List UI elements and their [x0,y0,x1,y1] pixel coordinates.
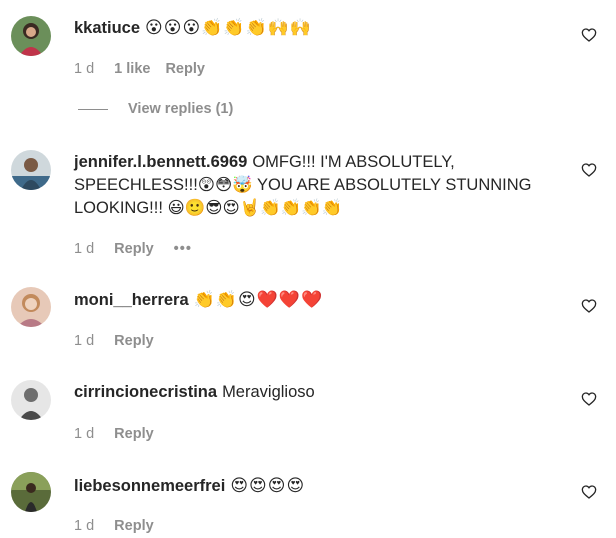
comment-username[interactable]: liebesonnemeerfrei [74,477,225,495]
view-replies-button[interactable]: View replies (1) [78,101,233,117]
reply-button[interactable]: Reply [114,241,154,257]
reply-button[interactable]: Reply [114,333,154,349]
comment-username[interactable]: moni__herrera [74,291,189,309]
reply-button[interactable]: Reply [114,518,154,534]
comment-age: 1 d [74,426,95,442]
comment-age: 1 d [74,333,95,349]
avatar[interactable] [11,380,51,420]
reply-button[interactable]: Reply [114,426,154,442]
view-replies-label: View replies (1) [128,101,234,117]
like-heart-icon[interactable] [581,484,597,500]
comment-meta: 1 d Reply [74,426,154,442]
comment-username[interactable]: cirrincionecristina [74,383,217,401]
comment-username[interactable]: kkatiuce [74,19,140,37]
comment-body: moni__herrera 👏👏😍❤️❤️❤️ [74,288,554,312]
comment-emojis: 👏👏😍❤️❤️❤️ [193,290,324,309]
comment-age: 1 d [74,518,95,534]
comment-body: liebesonnemeerfrei 😍😍😍😍 [74,474,554,498]
like-heart-icon[interactable] [581,391,597,407]
avatar[interactable] [11,150,51,190]
comment-likes[interactable]: 1 like [114,61,150,77]
comment-meta: 1 d Reply ••• [74,241,192,257]
comment-age: 1 d [74,241,95,257]
like-heart-icon[interactable] [581,298,597,314]
comment-body: jennifer.l.bennett.6969 OMFG!!! I'M ABSOL… [74,151,544,220]
comment-age: 1 d [74,61,95,77]
comment-meta: 1 d Reply [74,333,154,349]
reply-button[interactable]: Reply [165,61,205,77]
comment-emojis: 😍😍😍😍 [230,476,306,495]
comment-username[interactable]: jennifer.l.bennett.6969 [74,153,247,171]
comment-emojis: 😮😮😮👏👏👏🙌🙌 [145,18,313,37]
like-heart-icon[interactable] [581,27,597,43]
like-heart-icon[interactable] [581,162,597,178]
comment-body: cirrincionecristina Meraviglioso [74,381,554,404]
comment-meta: 1 d Reply [74,518,154,534]
replies-divider-line [78,108,108,110]
avatar[interactable] [11,472,51,512]
avatar[interactable] [11,287,51,327]
more-options-icon[interactable]: ••• [174,241,192,257]
comment-body: kkatiuce 😮😮😮👏👏👏🙌🙌 [74,16,554,40]
avatar[interactable] [11,16,51,56]
comment-text: Meraviglioso [222,383,315,401]
comment-meta: 1 d 1 like Reply [74,61,205,77]
